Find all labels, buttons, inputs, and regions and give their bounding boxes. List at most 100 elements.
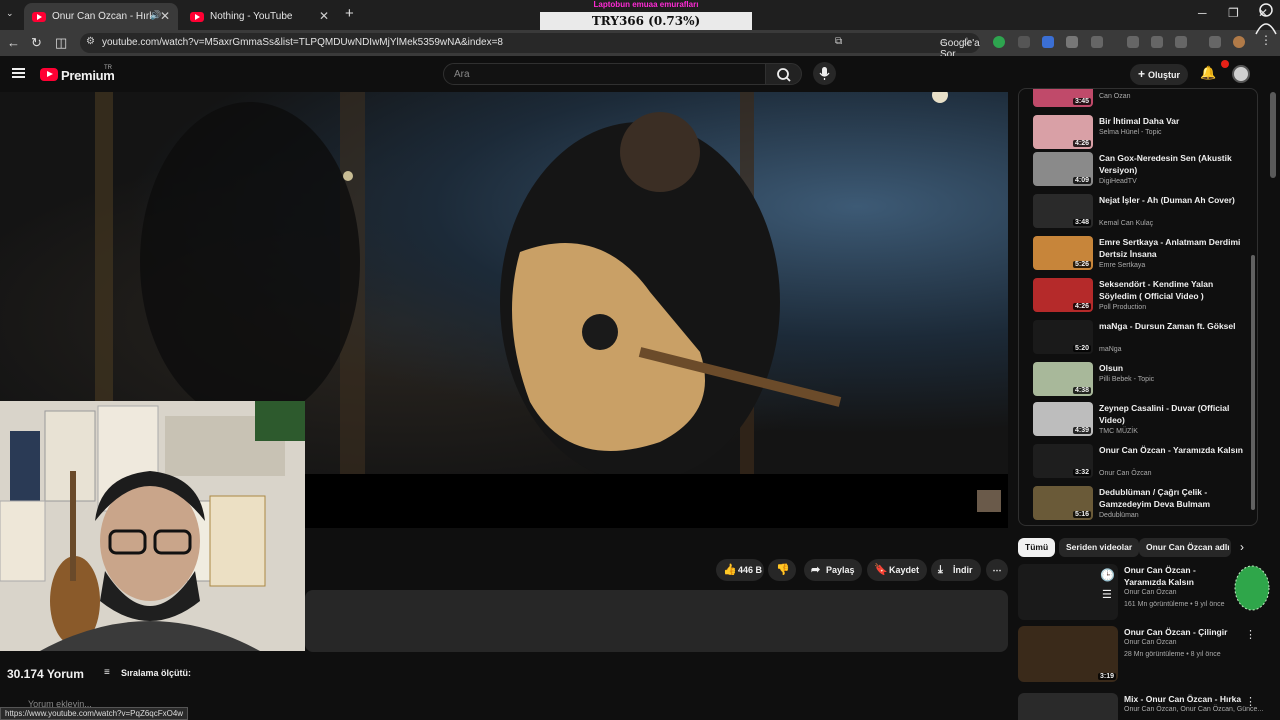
- more-options-icon[interactable]: ⋮: [1245, 628, 1256, 641]
- playlist-scrollbar[interactable]: [1251, 255, 1255, 510]
- more-options-icon[interactable]: ⋮: [1245, 695, 1256, 708]
- restore-icon[interactable]: ❐: [1228, 6, 1239, 20]
- playlist-title: Seksendört - Kendime Yalan Söyledim ( Of…: [1099, 279, 1214, 301]
- playlist-item[interactable]: 3:48 Nejat İşler - Ah (Duman Ah Cover) K…: [1033, 194, 1253, 234]
- playlist-item[interactable]: 5:20 maNga - Dursun Zaman ft. Göksel maN…: [1033, 320, 1253, 360]
- like-button[interactable]: 👍 446 B: [716, 559, 764, 581]
- youtube-logo-icon[interactable]: [40, 68, 58, 81]
- recommendation-item[interactable]: 🕒 ☰ Onur Can Özcan - Yaramızda Kalsın On…: [1018, 564, 1266, 628]
- youtube-favicon-icon: [190, 11, 204, 22]
- share-label: Paylaş: [826, 565, 855, 575]
- address-toolbar: ← ↻ ◫ ⚙ youtube.com/watch?v=M5axrGmmaSs&…: [0, 30, 1280, 60]
- playlist-item[interactable]: 3:32 Onur Can Özcan - Yaramızda Kalsın O…: [1033, 444, 1253, 484]
- like-count: 446 B: [738, 565, 763, 575]
- extension-icon[interactable]: [1042, 36, 1054, 48]
- tab-hirka[interactable]: Onur Can Özcan - Hırka - Y 🔊 ✕: [24, 3, 178, 30]
- tab-search-icon[interactable]: ⌄: [6, 8, 14, 19]
- tab-search-icon[interactable]: [1127, 36, 1139, 48]
- cast-icon[interactable]: ⧉: [835, 36, 842, 47]
- playlist-item[interactable]: 4:09 Can Gox-Neredesin Sen (Akustik Vers…: [1033, 152, 1253, 192]
- extension-icon[interactable]: [1066, 36, 1078, 48]
- close-tab-icon[interactable]: ✕: [319, 9, 329, 23]
- watch-later-icon[interactable]: 🕒: [1100, 568, 1115, 582]
- browser-tab-strip: ⌄ Onur Can Özcan - Hırka - Y 🔊 ✕ Nothing…: [0, 0, 1280, 30]
- add-to-queue-icon[interactable]: ☰: [1102, 588, 1112, 601]
- profile-avatar[interactable]: [1233, 36, 1245, 48]
- playlist-item[interactable]: 4:39 Zeynep Casalini - Duvar (Official V…: [1033, 402, 1253, 442]
- youtube-header: Premium TR Ara + Oluştur 🔔: [0, 56, 1280, 92]
- playlist-thumbnail: 4:09: [1033, 152, 1093, 186]
- recommendation-channel: Onur Can Özcan: [1124, 639, 1177, 646]
- url-bar[interactable]: ⚙ youtube.com/watch?v=M5axrGmmaSs&list=T…: [80, 33, 980, 60]
- playlist-channel: Can Ozan: [1099, 93, 1131, 100]
- chevron-right-icon[interactable]: ›: [1240, 540, 1244, 554]
- create-button[interactable]: + Oluştur: [1130, 64, 1188, 85]
- side-panel-icon[interactable]: ◫: [55, 35, 67, 51]
- playlist-item[interactable]: 4:26 Bir İhtimal Daha Var Selma Hünel - …: [1033, 115, 1253, 155]
- extension-icon[interactable]: [993, 36, 1005, 48]
- recommendation-item[interactable]: Mix - Onur Can Özcan - Hırka Onur Can Öz…: [1018, 693, 1266, 720]
- share-button[interactable]: ➦ Paylaş: [804, 559, 862, 581]
- playlist-item[interactable]: 5:16 Dedublüman / Çağrı Çelik - Gamzedey…: [1033, 486, 1253, 525]
- tab-nothing[interactable]: Nothing - YouTube ✕: [182, 3, 337, 30]
- reading-list-icon[interactable]: [1209, 36, 1221, 48]
- back-icon[interactable]: ←: [7, 35, 20, 50]
- duration-badge: 5:16: [1072, 511, 1091, 518]
- page-scrollbar[interactable]: [1270, 92, 1276, 178]
- new-tab-icon[interactable]: +: [345, 5, 354, 22]
- description-box[interactable]: [305, 590, 1008, 652]
- more-actions-button[interactable]: ⋯: [986, 559, 1008, 581]
- playlist-thumbnail: 4:39: [1033, 402, 1093, 436]
- search-icon: [777, 68, 791, 82]
- hamburger-menu-icon[interactable]: [12, 68, 25, 78]
- playlist-item[interactable]: 5:26 Emre Sertkaya - Anlatmam Derdimi De…: [1033, 236, 1253, 276]
- account-avatar[interactable]: [1232, 65, 1250, 83]
- reload-icon[interactable]: ↻: [31, 35, 42, 51]
- download-button[interactable]: ⤓ İndir: [931, 559, 981, 581]
- duration-badge: 4:09: [1072, 177, 1091, 184]
- sort-icon[interactable]: ≡: [104, 667, 110, 678]
- zoom-icon[interactable]: ⌕: [940, 36, 946, 47]
- status-bar-url: https://www.youtube.com/watch?v=PqZ6qcFx…: [0, 707, 189, 720]
- dislike-button[interactable]: 👎: [768, 559, 796, 581]
- download-icon[interactable]: [1175, 36, 1187, 48]
- bookmark-star-icon[interactable]: ☆: [962, 35, 972, 48]
- chip-channel[interactable]: Onur Can Özcan adlı: [1139, 538, 1231, 557]
- recommendation-title: Onur Can Özcan - Yaramızda Kalsın: [1124, 565, 1196, 587]
- chip-series[interactable]: Seriden videolar: [1059, 538, 1140, 557]
- overlay-top-text: Laptobun emuaa emurafları: [593, 0, 699, 9]
- site-info-icon[interactable]: ⚙: [86, 36, 95, 47]
- download-icon: ⤓: [938, 564, 943, 576]
- duration-badge: 4:26: [1072, 140, 1091, 147]
- youtube-favicon-icon: [32, 11, 46, 22]
- plus-icon: +: [1138, 67, 1146, 81]
- playlist-item[interactable]: 4:26 Seksendört - Kendime Yalan Söyledim…: [1033, 278, 1253, 318]
- chip-all[interactable]: Tümü: [1018, 538, 1056, 557]
- notifications-bell-icon[interactable]: 🔔: [1200, 65, 1216, 81]
- extensions-puzzle-icon[interactable]: [1091, 36, 1103, 48]
- microphone-icon: [819, 67, 830, 80]
- close-tab-icon[interactable]: ✕: [160, 9, 170, 23]
- search-input[interactable]: Ara: [443, 63, 766, 85]
- translate-icon[interactable]: [1151, 36, 1163, 48]
- duration-badge: 5:26: [1072, 261, 1091, 268]
- duration-badge: 4:38: [1072, 387, 1091, 394]
- save-button[interactable]: 🔖 Kaydet: [867, 559, 927, 581]
- minimize-icon[interactable]: ─: [1198, 6, 1207, 20]
- voice-search-button[interactable]: [813, 62, 836, 85]
- figure-icon: [1255, 3, 1277, 35]
- recommendation-title: Mix - Onur Can Özcan - Hırka: [1124, 694, 1242, 704]
- webcam-feed: [0, 401, 305, 651]
- recommendation-item[interactable]: 3:19 Onur Can Özcan - Çilingir Onur Can …: [1018, 626, 1266, 690]
- recommendation-thumbnail: [1018, 693, 1118, 720]
- playlist-thumbnail: 4:26: [1033, 115, 1093, 149]
- extension-icon[interactable]: [1018, 36, 1030, 48]
- channel-watermark[interactable]: [977, 490, 1001, 512]
- region-label: TR: [104, 65, 112, 71]
- thumbs-up-icon: 👍: [723, 564, 737, 576]
- sort-button[interactable]: Sıralama ölçütü:: [121, 668, 191, 678]
- search-button[interactable]: [765, 63, 802, 85]
- playlist-channel: Dedublüman: [1099, 512, 1139, 519]
- playlist-item[interactable]: 4:38 Olsun Pilli Bebek - Topic: [1033, 362, 1253, 402]
- playlist-channel: Kemal Can Kulaç: [1099, 220, 1154, 227]
